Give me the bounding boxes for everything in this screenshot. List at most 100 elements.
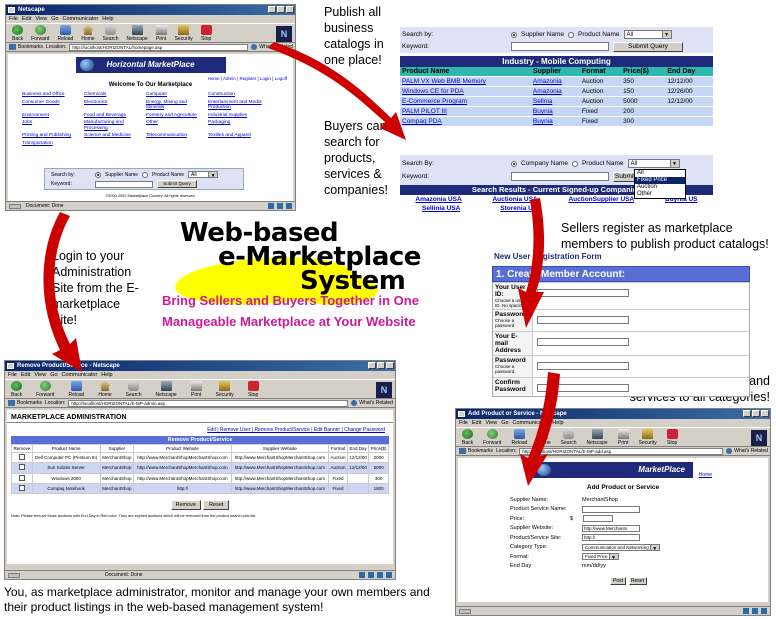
category-link[interactable]: Science and Medicine xyxy=(84,132,146,140)
security-button[interactable]: Security xyxy=(216,381,234,398)
menu-help[interactable]: Help xyxy=(102,15,113,23)
add-reset-button[interactable]: Reset xyxy=(628,577,647,585)
home-submit-button[interactable]: Submit Query xyxy=(157,180,197,188)
add-home-link[interactable]: Home xyxy=(699,472,712,478)
minimize-icon[interactable] xyxy=(743,410,751,417)
maximize-icon[interactable] xyxy=(752,410,760,417)
minimize-icon[interactable] xyxy=(268,6,276,13)
url-input[interactable]: http://localhost/HORIZONTAL/E-MP-admin.a… xyxy=(68,399,349,407)
admin-remove-button[interactable]: Remove xyxy=(170,500,201,511)
category-link[interactable]: Computer xyxy=(146,91,208,99)
security-button[interactable]: Security xyxy=(639,429,657,446)
category-link[interactable]: Packaging xyxy=(208,119,270,132)
category-link[interactable]: Electronics xyxy=(84,99,146,112)
remove-checkbox[interactable] xyxy=(18,484,25,491)
dropdown-option[interactable]: Fixed Price xyxy=(635,177,685,184)
home-button[interactable]: Home xyxy=(537,429,551,446)
home-product-radio[interactable] xyxy=(142,171,149,178)
menu-communicator[interactable]: Communicator xyxy=(63,15,99,23)
maximize-icon[interactable] xyxy=(277,6,285,13)
category-link[interactable]: Environment xyxy=(22,112,84,120)
category-link[interactable]: Energy, Mining and Minerals xyxy=(146,99,208,112)
registration-input[interactable] xyxy=(537,315,629,324)
url-input[interactable]: http://localhost/HORIZONTAL/E-MP-add.asp xyxy=(519,447,724,455)
print-button[interactable]: Print xyxy=(155,25,167,42)
maximize-icon[interactable] xyxy=(377,362,385,369)
ps-link-cell[interactable]: Compaq PDA xyxy=(400,116,531,127)
close-icon[interactable] xyxy=(386,362,394,369)
add-field-input[interactable] xyxy=(582,505,640,513)
cs-keyword-input[interactable] xyxy=(511,172,609,181)
menu-edit[interactable]: Edit xyxy=(21,371,30,379)
forward-button[interactable]: Forward xyxy=(483,429,501,446)
forward-button[interactable]: Forward xyxy=(36,381,54,398)
menu-go[interactable]: Go xyxy=(51,15,58,23)
back-button[interactable]: Back xyxy=(462,429,473,446)
back-button[interactable]: Back xyxy=(11,381,22,398)
category-link[interactable]: Chemicals xyxy=(84,91,146,99)
cs-company-radio[interactable] xyxy=(511,160,517,167)
netscape-button[interactable]: Netscape xyxy=(156,381,177,398)
ps-product-radio[interactable] xyxy=(568,31,574,38)
admin-nav-links[interactable]: Edit | Remove User | Remove Product/Serv… xyxy=(7,423,393,435)
home-keyword-input[interactable] xyxy=(95,180,153,188)
back-button[interactable]: Back xyxy=(12,25,23,42)
menu-file[interactable]: File xyxy=(8,371,17,379)
company-link[interactable]: Auctionia USA xyxy=(492,195,537,204)
menu-communicator[interactable]: Communicator xyxy=(62,371,98,379)
home-top-links[interactable]: Home | Admin | Register | Login | Logoff xyxy=(8,76,293,81)
whats-related-button[interactable]: What's Related xyxy=(726,448,770,454)
registration-input[interactable] xyxy=(537,361,629,370)
home-supplier-radio[interactable] xyxy=(95,171,101,178)
url-input[interactable]: http://localhost/HORIZONTAL/homepage.asp xyxy=(69,43,249,51)
menu-edit[interactable]: Edit xyxy=(472,419,481,427)
minimize-icon[interactable] xyxy=(368,362,376,369)
ps-link-cell[interactable]: Amazonia xyxy=(530,86,580,97)
menu-view[interactable]: View xyxy=(485,419,497,427)
close-icon[interactable] xyxy=(286,6,294,13)
bookmarks-button[interactable]: Bookmarks xyxy=(459,448,493,454)
category-link[interactable]: Food and Beverage xyxy=(84,112,146,120)
registration-input[interactable] xyxy=(537,383,629,392)
reload-button[interactable]: Reload xyxy=(57,25,73,42)
home-button[interactable]: Home xyxy=(81,25,95,42)
cs-format-select[interactable]: All xyxy=(627,159,680,168)
close-icon[interactable] xyxy=(761,410,769,417)
add-field-select[interactable]: Fixed Price xyxy=(582,553,619,561)
category-link[interactable]: Business and Office xyxy=(22,91,84,99)
ps-link-cell[interactable]: E-Commerce Program xyxy=(400,96,531,107)
forward-button[interactable]: Forward xyxy=(31,25,49,42)
add-field-input[interactable] xyxy=(583,515,614,523)
dropdown-option[interactable]: Auction xyxy=(635,184,685,191)
company-link[interactable]: Sellinia USA xyxy=(422,204,460,213)
category-link[interactable]: Telecommunication xyxy=(146,132,208,140)
company-link[interactable]: AuctionSupplier USA xyxy=(568,195,634,204)
add-field-select[interactable]: Communication and Networking xyxy=(582,543,660,551)
ps-supplier-radio[interactable] xyxy=(511,31,517,38)
netscape-button[interactable]: Netscape xyxy=(127,25,148,42)
dropdown-option[interactable]: All xyxy=(635,170,685,177)
category-link[interactable]: Transportation xyxy=(22,140,84,148)
menu-file[interactable]: File xyxy=(9,15,18,23)
whats-related-button[interactable]: What's Related xyxy=(251,44,295,50)
category-link[interactable]: Other xyxy=(146,119,208,132)
bookmarks-button[interactable]: Bookmarks xyxy=(8,400,42,406)
category-link[interactable]: Printing and Publishing xyxy=(22,132,84,140)
add-post-button[interactable]: Post xyxy=(610,577,626,585)
registration-input[interactable] xyxy=(537,288,629,297)
ps-link-cell[interactable]: PALM PILOT III xyxy=(400,106,531,117)
registration-input[interactable] xyxy=(537,337,629,346)
company-link[interactable]: Storenia USA xyxy=(500,204,542,213)
menu-help[interactable]: Help xyxy=(101,371,112,379)
print-button[interactable]: Print xyxy=(617,429,629,446)
netscape-button[interactable]: Netscape xyxy=(587,429,608,446)
menu-view[interactable]: View xyxy=(35,15,47,23)
company-link[interactable]: Amazonia USA xyxy=(415,195,461,204)
menu-file[interactable]: File xyxy=(459,419,468,427)
bookmarks-button[interactable]: Bookmarks xyxy=(9,44,43,50)
category-link[interactable]: Textiles and Apparel xyxy=(208,132,270,140)
ps-submit-button[interactable]: Submit Query xyxy=(613,41,683,52)
remove-checkbox[interactable] xyxy=(18,454,25,461)
ps-keyword-input[interactable] xyxy=(511,42,609,51)
ps-link-cell[interactable]: Buynia xyxy=(530,106,580,117)
